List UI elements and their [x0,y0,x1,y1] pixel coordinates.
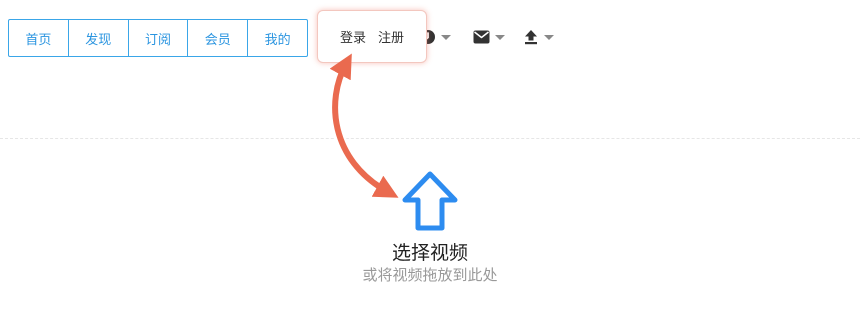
drag-drop-hint: 或将视频拖放到此处 [362,266,498,284]
register-link[interactable]: 注册 [378,27,404,46]
nav-tab-subscriptions[interactable]: 订阅 [129,20,189,56]
nav-tab-mine[interactable]: 我的 [248,20,307,56]
nav-tab-discover[interactable]: 发现 [69,20,129,56]
login-link[interactable]: 登录 [340,27,366,46]
chevron-down-icon [544,34,554,40]
header-divider [0,138,860,139]
mail-icon [473,30,490,44]
auth-popover: 登录 注册 [317,10,427,63]
video-upload-page: 首页 发现 订阅 会员 我的 登录 注册 选择视频 或将视频拖放到此处 [0,0,860,333]
nav-tab-membership[interactable]: 会员 [188,20,249,56]
main-nav-tabs: 首页 发现 订阅 会员 我的 [8,19,308,57]
upload-video-icon[interactable] [399,170,461,232]
nav-tab-home[interactable]: 首页 [9,20,69,56]
upload-arrow-icon [525,30,537,45]
chevron-down-icon [441,34,451,40]
chevron-down-icon [495,34,505,40]
select-video-button[interactable]: 选择视频 [0,238,860,265]
upload-menu[interactable] [523,26,554,48]
messages-menu[interactable] [473,26,505,48]
